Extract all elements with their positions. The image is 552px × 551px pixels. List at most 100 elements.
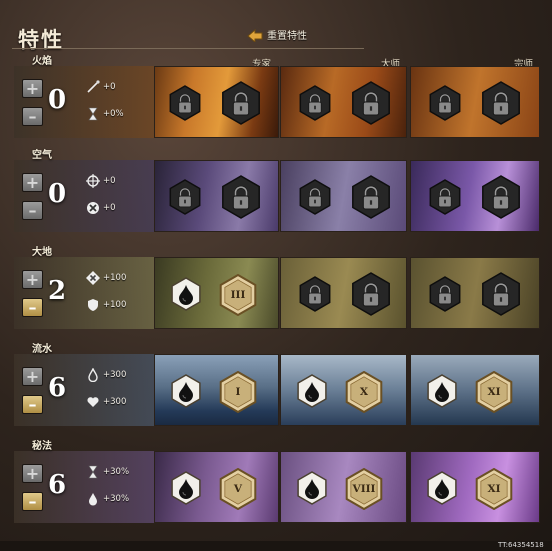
- footer-id: TT:64354518: [498, 541, 544, 549]
- reset-traits-label: 重置特性: [267, 31, 307, 42]
- add-point-button[interactable]: +: [22, 464, 43, 483]
- attribute-bonus: +100: [86, 298, 126, 312]
- crosshair-icon: [86, 174, 100, 188]
- trait-rank-label: I: [235, 386, 241, 398]
- trait-rank-label: V: [233, 483, 243, 495]
- trait-tier-panel: [280, 257, 407, 329]
- add-point-button[interactable]: +: [22, 270, 43, 289]
- major-trait-slot[interactable]: V: [217, 468, 259, 510]
- teardrop-icon: [88, 368, 98, 382]
- reset-traits-button[interactable]: 重置特性: [246, 27, 307, 42]
- locked-trait-slot[interactable]: [349, 272, 393, 316]
- bottom-bar: [0, 541, 552, 551]
- trait-rank-label: X: [359, 386, 369, 398]
- trait-rank-label: XI: [487, 483, 501, 495]
- reset-arrow-icon: [247, 28, 263, 42]
- minor-trait-slot[interactable]: [425, 374, 459, 408]
- attribute-bonus-value: +0%: [103, 109, 124, 119]
- remove-point-button[interactable]: –: [22, 201, 43, 220]
- major-trait-slot[interactable]: XI: [473, 468, 515, 510]
- cross-diamond-icon: [86, 271, 100, 285]
- trait-tier-panel: [280, 160, 407, 232]
- locked-trait-slot[interactable]: [427, 276, 463, 312]
- add-point-button[interactable]: +: [22, 367, 43, 386]
- trait-tier-panel: XI: [410, 354, 540, 426]
- attribute-bonus-value: +100: [103, 273, 127, 283]
- stat-panel: [14, 451, 154, 523]
- add-point-button[interactable]: +: [22, 79, 43, 98]
- major-trait-slot[interactable]: X: [343, 371, 385, 413]
- trait-points-value: 6: [48, 470, 67, 500]
- minor-trait-slot[interactable]: [295, 471, 329, 505]
- add-point-button[interactable]: +: [22, 173, 43, 192]
- cross-circle-icon: [87, 202, 99, 214]
- hourglass-icon: [88, 107, 98, 121]
- minor-trait-slot[interactable]: [169, 471, 203, 505]
- hourglass-icon: [88, 465, 98, 479]
- trait-points-value: 6: [48, 373, 67, 403]
- drop-icon: [89, 493, 97, 506]
- attribute-bonus: +30%: [86, 465, 129, 479]
- attribute-bonus: +100: [86, 271, 126, 285]
- remove-point-button[interactable]: –: [22, 107, 43, 126]
- remove-point-button[interactable]: –: [22, 298, 43, 317]
- trait-points-value: 0: [48, 179, 67, 209]
- minor-trait-slot[interactable]: [169, 374, 203, 408]
- trait-points-value: 0: [48, 85, 67, 115]
- trait-tier-panel: I: [154, 354, 279, 426]
- locked-trait-slot[interactable]: [297, 179, 333, 215]
- locked-trait-slot[interactable]: [219, 175, 263, 219]
- attribute-bonus-value: +100: [103, 300, 127, 310]
- locked-trait-slot[interactable]: [297, 276, 333, 312]
- locked-trait-slot[interactable]: [219, 81, 263, 125]
- locked-trait-slot[interactable]: [427, 85, 463, 121]
- title-divider: [12, 48, 364, 49]
- minor-trait-slot[interactable]: [169, 277, 203, 311]
- attribute-bonus-value: +30%: [103, 494, 130, 504]
- minor-trait-slot[interactable]: [425, 471, 459, 505]
- remove-point-button[interactable]: –: [22, 492, 43, 511]
- locked-trait-slot[interactable]: [297, 85, 333, 121]
- trait-tier-panel: [410, 66, 540, 138]
- attribute-bonus: +0: [86, 174, 116, 188]
- trait-tier-panel: [154, 66, 279, 138]
- attribute-bonus-value: +0: [103, 82, 116, 92]
- stat-panel: [14, 354, 154, 426]
- trait-tier-panel: X: [280, 354, 407, 426]
- locked-trait-slot[interactable]: [349, 81, 393, 125]
- attribute-bonus: +0%: [86, 107, 124, 121]
- attribute-bonus-value: +300: [103, 370, 127, 380]
- major-trait-slot[interactable]: I: [217, 371, 259, 413]
- major-trait-slot[interactable]: III: [217, 274, 259, 316]
- heart-icon: [87, 397, 99, 407]
- staff-icon: [87, 80, 100, 93]
- locked-trait-slot[interactable]: [479, 175, 523, 219]
- trait-tier-panel: XI: [410, 451, 540, 523]
- trait-tier-panel: [410, 160, 540, 232]
- locked-trait-slot[interactable]: [427, 179, 463, 215]
- trait-tier-panel: [410, 257, 540, 329]
- attribute-bonus: +300: [86, 395, 126, 409]
- trait-rank-label: XI: [487, 386, 501, 398]
- remove-point-button[interactable]: –: [22, 395, 43, 414]
- attribute-bonus: +30%: [86, 492, 129, 506]
- attribute-bonus-value: +30%: [103, 467, 130, 477]
- attribute-bonus: +0: [86, 201, 116, 215]
- locked-trait-slot[interactable]: [479, 81, 523, 125]
- trait-line-name: 空气: [32, 150, 52, 161]
- trait-tier-panel: VIII: [280, 451, 407, 523]
- major-trait-slot[interactable]: VIII: [343, 468, 385, 510]
- trait-line-name: 流水: [32, 344, 52, 355]
- locked-trait-slot[interactable]: [167, 85, 203, 121]
- stat-panel: [14, 257, 154, 329]
- attribute-bonus: +0: [86, 80, 116, 94]
- locked-trait-slot[interactable]: [167, 179, 203, 215]
- attribute-bonus-value: +0: [103, 203, 116, 213]
- trait-tier-panel: III: [154, 257, 279, 329]
- locked-trait-slot[interactable]: [349, 175, 393, 219]
- attribute-bonus-value: +300: [103, 397, 127, 407]
- minor-trait-slot[interactable]: [295, 374, 329, 408]
- trait-tier-panel: [154, 160, 279, 232]
- major-trait-slot[interactable]: XI: [473, 371, 515, 413]
- locked-trait-slot[interactable]: [479, 272, 523, 316]
